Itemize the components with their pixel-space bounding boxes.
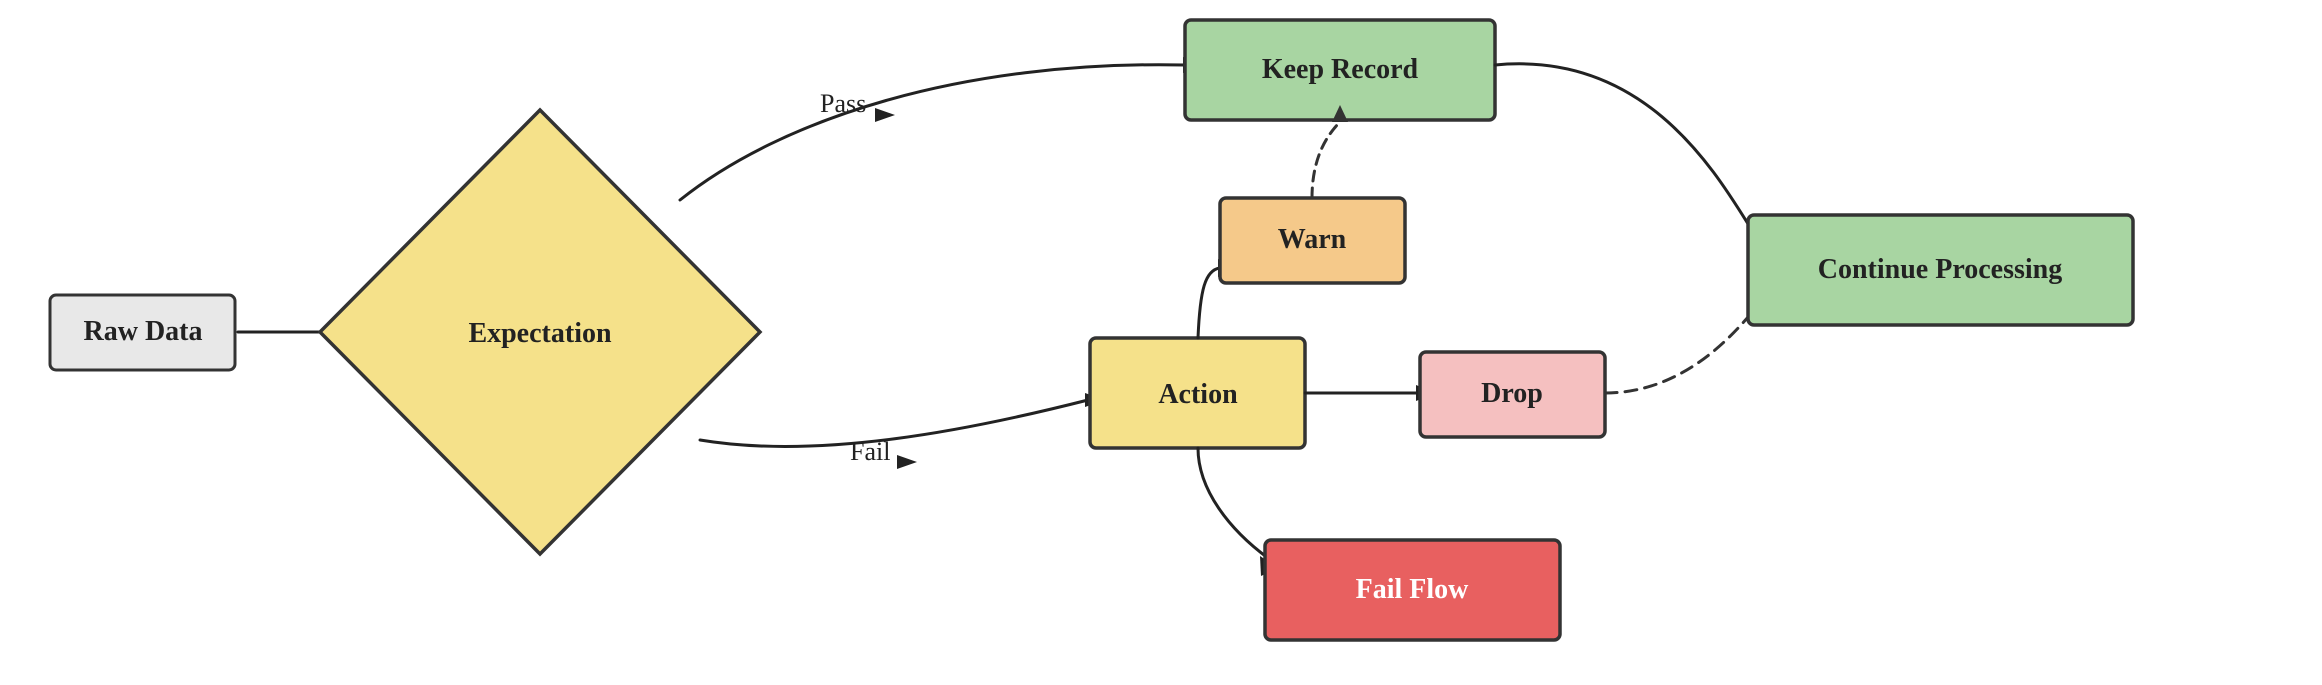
- fail-label: Fail: [850, 437, 890, 466]
- warn-label: Warn: [1278, 224, 1347, 255]
- keep-record-label: Keep Record: [1262, 54, 1419, 85]
- fail-flow-label: Fail Flow: [1356, 574, 1470, 605]
- action-label: Action: [1158, 379, 1238, 410]
- continue-processing-label: Continue Processing: [1818, 254, 2063, 285]
- raw-data-label: Raw Data: [84, 316, 203, 347]
- pass-label: Pass: [820, 89, 866, 118]
- drop-label: Drop: [1481, 378, 1543, 409]
- expectation-label: Expectation: [468, 318, 612, 349]
